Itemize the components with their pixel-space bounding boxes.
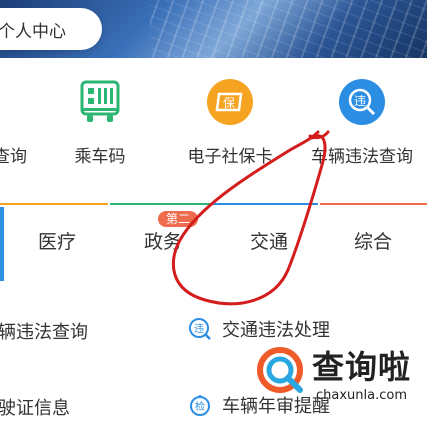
quick-services: 查询 乘车码 保 电子社保卡 违 车辆违法查询	[0, 78, 427, 178]
traffic-violation-icon: 违	[338, 78, 386, 126]
tab-government[interactable]: 政务	[110, 227, 216, 254]
quick-service-traffic-violation-query[interactable]: 违 车辆违法查询	[302, 78, 422, 167]
quick-service-label: 车辆违法查询	[311, 147, 413, 167]
tab-divider	[0, 203, 108, 205]
quick-service-label: 电子社保卡	[187, 147, 273, 167]
tab-medical[interactable]: 医疗	[4, 227, 110, 254]
banner-pattern	[150, 0, 427, 58]
watermark-brand: 查询啦	[312, 348, 412, 386]
watermark-url: chaxunla.com	[316, 388, 407, 403]
chaxunla-watermark: 查询啦 chaxunla.com	[250, 340, 427, 428]
bus-code-icon	[76, 78, 124, 126]
traffic-violation-icon: 违	[188, 317, 212, 341]
list-icon-text: 检	[195, 400, 205, 413]
quick-service-bus-code[interactable]: 乘车码	[40, 78, 160, 167]
social-security-icon-text: 保	[223, 96, 235, 110]
search-icon	[0, 78, 34, 126]
personal-center-button[interactable]: 个人中心	[0, 8, 102, 50]
vehicle-inspection-icon: 检	[188, 393, 212, 417]
list-icon-text: 违	[194, 323, 204, 335]
list-item-label: 交通违法处理	[222, 320, 330, 341]
quick-service-social-security-card[interactable]: 保 电子社保卡	[170, 78, 290, 167]
list-item-label: 辆违法查询	[0, 322, 88, 343]
category-tabs: 第二 医疗 政务 交通 综合	[0, 203, 427, 281]
list-item-label: 驶证信息	[0, 398, 70, 419]
personal-center-label: 个人中心	[0, 21, 66, 42]
list-item-vehicle-violation-query[interactable]: 辆违法查询	[0, 318, 88, 344]
violation-icon-text: 违	[354, 94, 366, 108]
tab-divider	[320, 203, 427, 205]
tab-divider	[110, 203, 210, 205]
tab-general[interactable]: 综合	[320, 227, 426, 254]
tab-badge: 第二	[158, 211, 199, 227]
list-item-traffic-violation-handling[interactable]: 违 交通违法处理	[188, 316, 330, 342]
tab-divider	[212, 203, 318, 205]
quick-service-label: 乘车码	[74, 147, 126, 167]
list-item-driver-license-info[interactable]: 驶证信息	[0, 394, 70, 420]
tab-traffic[interactable]: 交通	[216, 227, 322, 254]
chaxunla-logo-icon	[257, 347, 303, 393]
social-security-card-icon: 保	[206, 78, 254, 126]
